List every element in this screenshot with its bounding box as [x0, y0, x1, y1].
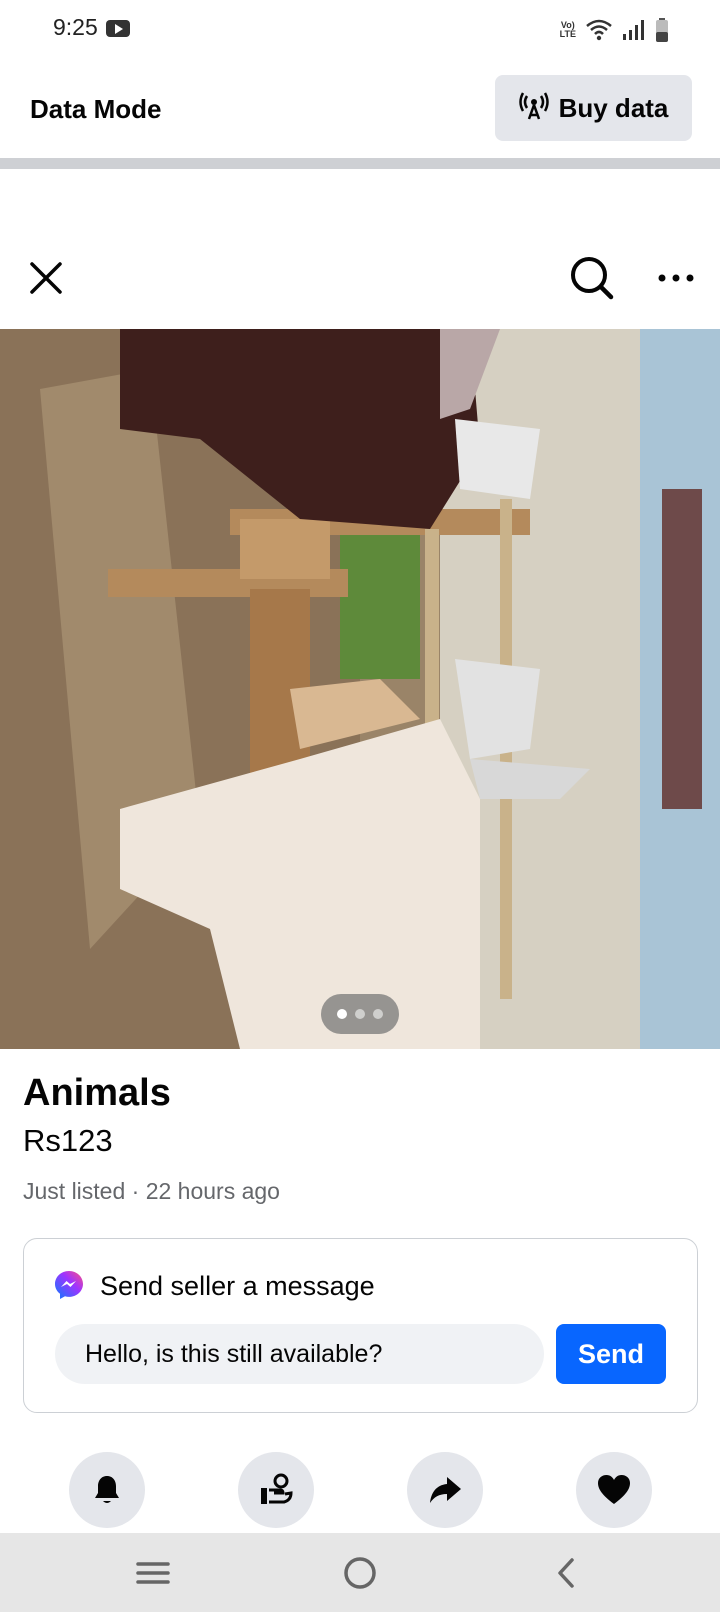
status-bar: 9:25 Vo) LTE [0, 0, 720, 58]
share-icon [430, 1477, 461, 1503]
message-seller-card: Send seller a message Send [23, 1238, 698, 1413]
heart-icon [598, 1475, 630, 1504]
data-mode-bar: Data Mode Buy data [0, 58, 720, 156]
photo-pager [321, 994, 399, 1034]
search-icon [571, 257, 614, 300]
buy-data-label: Buy data [558, 92, 669, 123]
save-button[interactable] [576, 1452, 652, 1528]
send-button[interactable]: Send [556, 1324, 666, 1384]
system-nav-bar [0, 1533, 720, 1612]
buy-data-button[interactable]: Buy data [495, 75, 692, 141]
data-mode-title: Data Mode [30, 94, 162, 124]
close-icon [30, 262, 62, 294]
action-row [0, 1450, 720, 1530]
home-button[interactable] [338, 1551, 382, 1595]
back-button[interactable] [544, 1551, 588, 1595]
signal-icon [622, 19, 646, 41]
seller-icon [261, 1473, 293, 1504]
listing-photo[interactable] [0, 329, 720, 1049]
volte-badge: Vo) LTE [559, 20, 576, 39]
message-heading: Send seller a message [100, 1271, 375, 1301]
bell-icon [95, 1476, 119, 1503]
listing-meta: Just listed · 22 hours ago [23, 1178, 280, 1204]
back-icon [558, 1558, 574, 1588]
message-input[interactable] [55, 1324, 544, 1384]
photo-illustration [0, 329, 720, 1049]
recents-button[interactable] [131, 1551, 175, 1595]
pager-dot-3 [373, 1009, 383, 1019]
status-time: 9:25 [53, 14, 98, 40]
listing-price: Rs123 [23, 1123, 113, 1158]
home-icon [344, 1557, 376, 1589]
pager-dot-2 [355, 1009, 365, 1019]
viewer-header [0, 240, 720, 316]
youtube-icon [106, 20, 130, 37]
notify-button[interactable] [69, 1452, 145, 1528]
search-button[interactable] [566, 252, 618, 304]
listing-title: Animals [23, 1072, 171, 1114]
status-icons: Vo) LTE [560, 16, 668, 44]
close-button[interactable] [22, 254, 70, 302]
wifi-icon [586, 19, 612, 41]
pager-dot-1 [337, 1009, 347, 1019]
more-button[interactable] [652, 254, 700, 302]
share-button[interactable] [407, 1452, 483, 1528]
messenger-icon [55, 1271, 83, 1299]
battery-icon [656, 18, 668, 42]
more-icon [658, 274, 694, 282]
antenna-icon [518, 91, 549, 126]
divider [0, 158, 720, 169]
recents-icon [136, 1562, 170, 1584]
seller-details-button[interactable] [238, 1452, 314, 1528]
